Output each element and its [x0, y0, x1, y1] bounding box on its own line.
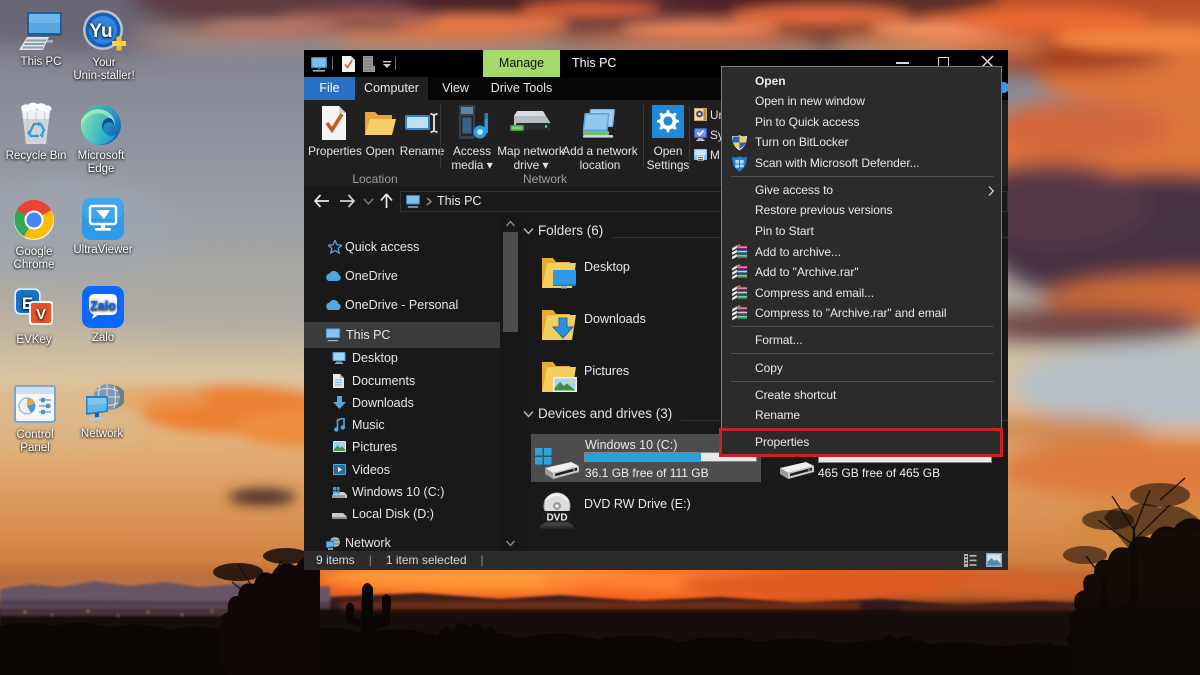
svg-text:DVD: DVD: [546, 513, 567, 524]
svg-text:Yu: Yu: [89, 21, 112, 42]
svg-text:V: V: [36, 306, 46, 323]
svg-text:Zalo: Zalo: [90, 299, 116, 313]
